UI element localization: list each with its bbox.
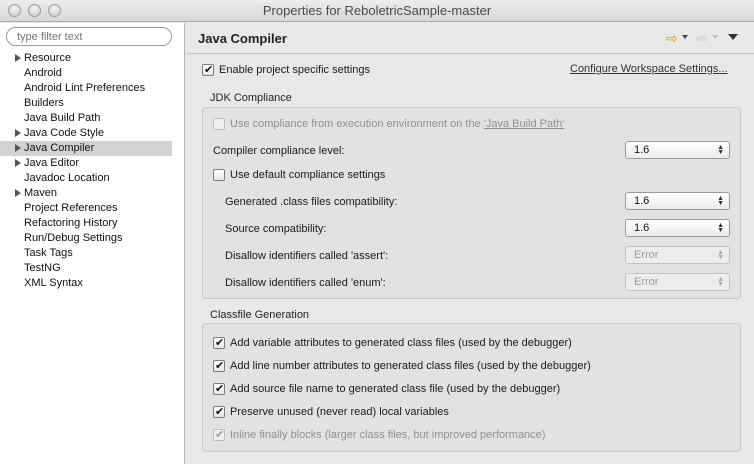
window-title: Properties for ReboletricSample-master: [262, 3, 492, 18]
checkbox-box[interactable]: [213, 381, 225, 397]
checkbox-label: Use compliance from execution environmen…: [230, 116, 564, 132]
jdk-compliance-title: JDK Compliance: [210, 92, 292, 104]
properties-page: Java Compiler ⇨ ⇨ Enable project specifi…: [186, 23, 754, 464]
configure-workspace-settings-link[interactable]: Configure Workspace Settings...: [570, 63, 728, 75]
sidebar-item-label: Builders: [24, 97, 64, 109]
disallow-assert-select: Error ▲ ▼: [625, 246, 730, 264]
sidebar-item-maven[interactable]: Maven: [0, 186, 185, 201]
sidebar-item-label: Maven: [24, 187, 58, 199]
checkbox-label: Use default compliance settings: [230, 169, 386, 181]
sidebar-item-resource[interactable]: Resource: [0, 51, 185, 66]
expand-arrow-icon[interactable]: [15, 129, 21, 137]
back-arrow-icon[interactable]: ⇨: [666, 31, 678, 45]
disallow-assert-label: Disallow identifiers called 'assert':: [225, 250, 389, 262]
sidebar-item-label: Android Lint Preferences: [24, 82, 146, 94]
checkbox-box[interactable]: [213, 169, 225, 181]
disallow-enum-select: Error ▲ ▼: [625, 273, 730, 291]
sidebar-item-label: Java Editor: [24, 157, 80, 169]
compliance-level-select[interactable]: 1.6 ▲ ▼: [625, 141, 730, 159]
updown-arrows-icon: ▲ ▼: [717, 144, 724, 156]
sidebar-item-android[interactable]: Android: [0, 66, 185, 81]
expand-arrow-icon[interactable]: [15, 189, 21, 197]
sidebar-item-label: Project References: [24, 202, 118, 214]
sidebar-item-android-lint-preferences[interactable]: Android Lint Preferences: [0, 81, 185, 96]
expand-arrow-icon[interactable]: [15, 144, 21, 152]
generated-class-compat-select[interactable]: 1.6 ▲ ▼: [625, 192, 730, 210]
sidebar-item-run-debug-settings[interactable]: Run/Debug Settings: [0, 231, 185, 246]
checkbox-label: Inline finally blocks (larger class file…: [230, 429, 546, 441]
sidebar-item-task-tags[interactable]: Task Tags: [0, 246, 185, 261]
sidebar-item-java-code-style[interactable]: Java Code Style: [0, 126, 185, 141]
sidebar-item-project-references[interactable]: Project References: [0, 201, 185, 216]
sidebar-item-label: Java Code Style: [24, 127, 105, 139]
sidebar-item-label: Android: [24, 67, 62, 79]
checkbox-label: Preserve unused (never read) local varia…: [230, 406, 449, 418]
forward-history-dropdown-icon: [712, 35, 718, 39]
sidebar-item-java-build-path[interactable]: Java Build Path: [0, 111, 185, 126]
disallow-enum-label: Disallow identifiers called 'enum':: [225, 277, 386, 289]
jdk-compliance-group: Use compliance from execution environmen…: [202, 107, 741, 299]
source-compat-select[interactable]: 1.6 ▲ ▼: [625, 219, 730, 237]
select-value: Error: [634, 249, 659, 261]
page-header: Java Compiler ⇨ ⇨: [186, 23, 754, 54]
source-compat-label: Source compatibility:: [225, 223, 327, 235]
sidebar-item-xml-syntax[interactable]: XML Syntax: [0, 276, 185, 291]
page-title: Java Compiler: [198, 31, 287, 46]
expand-arrow-icon[interactable]: [15, 54, 21, 62]
checkbox-box[interactable]: [213, 335, 225, 351]
checkbox-label-text: Use compliance from execution environmen…: [230, 118, 484, 130]
properties-tree: Resource Android Android Lint Preference…: [0, 51, 185, 291]
sidebar-item-label: XML Syntax: [24, 277, 83, 289]
sidebar-item-javadoc-location[interactable]: Javadoc Location: [0, 171, 185, 186]
sidebar-item-builders[interactable]: Builders: [0, 96, 185, 111]
forward-arrow-icon: ⇨: [696, 30, 708, 46]
filter-input[interactable]: [6, 27, 172, 46]
view-menu-icon[interactable]: [728, 34, 738, 40]
checkbox-label: Enable project specific settings: [219, 64, 371, 76]
sidebar-item-label: Run/Debug Settings: [24, 232, 123, 244]
sidebar-item-label: Java Build Path: [24, 112, 101, 124]
checkbox-label: Add source file name to generated class …: [230, 383, 561, 395]
sidebar-item-label: Task Tags: [24, 247, 73, 259]
checkbox-label: Add line number attributes to generated …: [230, 360, 591, 372]
title-bar: Properties for ReboletricSample-master: [0, 0, 754, 22]
back-history-dropdown-icon[interactable]: [682, 35, 688, 39]
checkbox-box[interactable]: [202, 62, 214, 78]
select-value: 1.6: [634, 222, 650, 234]
sidebar-item-label: Javadoc Location: [24, 172, 110, 184]
checkbox-box: [213, 427, 225, 443]
properties-sidebar: Resource Android Android Lint Preference…: [0, 23, 185, 464]
generated-class-compat-label: Generated .class files compatibility:: [225, 196, 398, 208]
sidebar-item-label: TestNG: [24, 262, 61, 274]
classfile-generation-title: Classfile Generation: [210, 309, 310, 321]
compliance-level-label: Compiler compliance level:: [213, 145, 345, 157]
classfile-generation-group: Add variable attributes to generated cla…: [202, 323, 741, 452]
sidebar-item-java-compiler[interactable]: Java Compiler: [0, 141, 172, 156]
updown-arrows-icon: ▲ ▼: [717, 249, 724, 261]
checkbox-label: Add variable attributes to generated cla…: [230, 337, 572, 349]
checkbox-box[interactable]: [213, 118, 225, 130]
sidebar-item-label: Refactoring History: [24, 217, 118, 229]
sidebar-item-testng[interactable]: TestNG: [0, 261, 185, 276]
sidebar-item-refactoring-history[interactable]: Refactoring History: [0, 216, 185, 231]
sidebar-item-java-editor[interactable]: Java Editor: [0, 156, 185, 171]
updown-arrows-icon: ▲ ▼: [717, 195, 724, 207]
checkbox-box[interactable]: [213, 404, 225, 420]
expand-arrow-icon[interactable]: [15, 159, 21, 167]
updown-arrows-icon: ▲ ▼: [717, 276, 724, 288]
checkbox-box[interactable]: [213, 358, 225, 374]
java-build-path-link[interactable]: 'Java Build Path': [484, 118, 565, 130]
select-value: 1.6: [634, 195, 650, 207]
sidebar-item-label: Java Compiler: [24, 142, 95, 154]
select-value: Error: [634, 276, 659, 288]
updown-arrows-icon: ▲ ▼: [717, 222, 724, 234]
sidebar-item-label: Resource: [24, 52, 72, 64]
select-value: 1.6: [634, 144, 650, 156]
